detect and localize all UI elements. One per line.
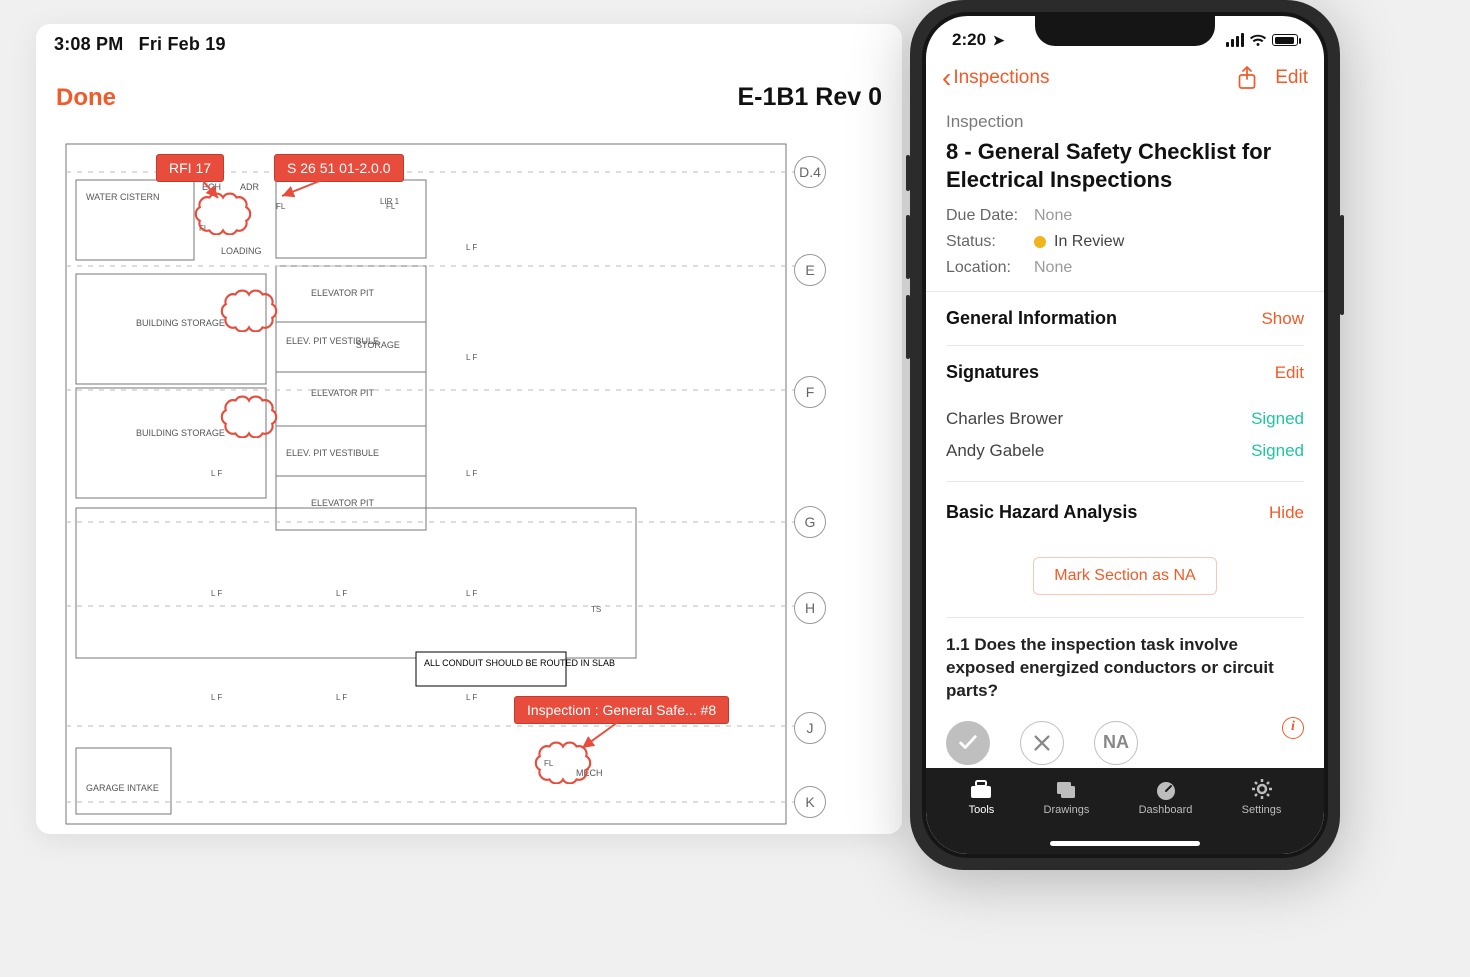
svg-text:BUILDING STORAGE: BUILDING STORAGE <box>136 428 225 438</box>
phone-time: 2:20 <box>952 30 986 49</box>
battery-icon <box>1272 34 1298 46</box>
phone-physical-button <box>906 155 910 191</box>
phone-notch <box>1035 16 1215 46</box>
markup-cloud[interactable] <box>220 288 278 332</box>
markup-cloud[interactable] <box>194 191 252 235</box>
location-icon: ➤ <box>993 32 1005 49</box>
toolbox-icon <box>969 778 993 800</box>
edit-button[interactable]: Edit <box>1275 67 1308 89</box>
share-icon[interactable] <box>1237 66 1257 90</box>
gridline-bubble: F <box>794 376 826 408</box>
tablet-time: 3:08 PM <box>54 34 123 54</box>
tab-tools[interactable]: Tools <box>969 778 995 854</box>
gridline-bubble: H <box>794 592 826 624</box>
svg-text:FL: FL <box>276 202 286 211</box>
svg-text:L F: L F <box>466 589 477 598</box>
hide-button[interactable]: Hide <box>1269 503 1304 523</box>
gridline-bubble: J <box>794 712 826 744</box>
answer-no-button[interactable] <box>1020 721 1064 765</box>
signed-badge: Signed <box>1251 409 1304 429</box>
due-date-label: Due Date: <box>946 207 1026 225</box>
markup-cloud[interactable] <box>534 740 592 784</box>
gauge-icon <box>1154 778 1178 800</box>
question-1-1: 1.1 Does the inspection task involve exp… <box>946 618 1304 776</box>
drawing-title: E-1B1 Rev 0 <box>737 83 882 112</box>
svg-text:TS: TS <box>591 605 601 614</box>
svg-text:L F: L F <box>466 469 477 478</box>
svg-text:L F: L F <box>211 693 222 702</box>
tablet-status-bar: 3:08 PM Fri Feb 19 <box>36 24 902 61</box>
x-icon <box>1031 732 1053 754</box>
svg-text:LOADING: LOADING <box>221 246 262 256</box>
markup-cloud[interactable] <box>220 394 278 438</box>
svg-text:ELEV. PIT VESTIBULE: ELEV. PIT VESTIBULE <box>286 448 379 458</box>
info-icon[interactable]: i <box>1282 717 1304 739</box>
mark-section-na-button[interactable]: Mark Section as NA <box>1033 557 1216 595</box>
drawings-icon <box>1054 778 1078 800</box>
cellular-signal-icon <box>1226 33 1244 47</box>
inspection-kicker: Inspection <box>946 112 1304 132</box>
drawing-canvas[interactable]: WATER CISTERN BUILDING STORAGE BUILDING … <box>36 136 902 834</box>
svg-text:L F: L F <box>466 693 477 702</box>
inspection-meta: Due Date: None Status: In Review Locatio… <box>946 207 1304 277</box>
due-date-value: None <box>1034 207 1072 225</box>
phone-physical-button <box>1340 215 1344 315</box>
svg-text:L F: L F <box>466 353 477 362</box>
svg-text:ELEVATOR PIT: ELEVATOR PIT <box>311 288 375 298</box>
section-signatures[interactable]: Signatures Edit <box>946 346 1304 399</box>
svg-text:L F: L F <box>466 243 477 252</box>
section-general-information[interactable]: General Information Show <box>946 292 1304 346</box>
signatures-edit-button[interactable]: Edit <box>1275 363 1304 383</box>
show-button[interactable]: Show <box>1261 309 1304 329</box>
tablet-frame: 3:08 PM Fri Feb 19 Done E-1B1 Rev 0 <box>36 24 902 834</box>
gridline-bubble: D.4 <box>794 156 826 188</box>
wifi-icon <box>1249 34 1267 47</box>
rfi-pin[interactable]: RFI 17 <box>156 154 224 182</box>
signer-row: Andy Gabele Signed <box>946 435 1304 467</box>
gear-icon <box>1250 778 1274 800</box>
inspection-pin[interactable]: Inspection : General Safe... #8 <box>514 696 729 724</box>
tablet-header: Done E-1B1 Rev 0 <box>36 61 902 130</box>
phone-physical-button <box>906 295 910 359</box>
answer-yes-button[interactable] <box>946 721 990 765</box>
svg-text:STORAGE: STORAGE <box>356 340 400 350</box>
home-indicator[interactable] <box>1050 841 1200 846</box>
submittal-pin[interactable]: S 26 51 01-2.0.0 <box>274 154 404 182</box>
phone-physical-button <box>906 215 910 279</box>
gridline-bubble: E <box>794 254 826 286</box>
check-icon <box>957 732 979 754</box>
status-dot-icon <box>1034 236 1046 248</box>
signer-row: Charles Brower Signed <box>946 403 1304 435</box>
svg-text:BUILDING STORAGE: BUILDING STORAGE <box>136 318 225 328</box>
done-button[interactable]: Done <box>56 84 116 112</box>
phone-frame: 2:20 ➤ ‹ Inspections Edit <box>910 0 1340 870</box>
tab-settings[interactable]: Settings <box>1242 778 1282 854</box>
floorplan-svg: WATER CISTERN BUILDING STORAGE BUILDING … <box>36 136 902 834</box>
svg-text:L F: L F <box>211 469 222 478</box>
phone-nav-bar: ‹ Inspections Edit <box>926 56 1324 104</box>
tablet-date: Fri Feb 19 <box>139 34 226 54</box>
location-label: Location: <box>946 259 1026 277</box>
svg-text:ELEVATOR PIT: ELEVATOR PIT <box>311 498 375 508</box>
svg-text:L F: L F <box>336 589 347 598</box>
svg-text:L F: L F <box>211 589 222 598</box>
svg-text:L F: L F <box>336 693 347 702</box>
section-basic-hazard[interactable]: Basic Hazard Analysis Hide <box>946 482 1304 539</box>
signed-badge: Signed <box>1251 441 1304 461</box>
status-label: Status: <box>946 233 1026 251</box>
status-value: In Review <box>1054 233 1124 251</box>
inspection-title: 8 - General Safety Checklist for Electri… <box>946 138 1304 193</box>
back-button[interactable]: ‹ Inspections <box>942 67 1049 89</box>
svg-text:ALL CONDUIT SHOULD BE ROUTED I: ALL CONDUIT SHOULD BE ROUTED IN SLAB <box>424 658 615 668</box>
svg-text:GARAGE INTAKE: GARAGE INTAKE <box>86 783 159 793</box>
svg-text:FL: FL <box>386 202 396 211</box>
svg-text:ELEVATOR PIT: ELEVATOR PIT <box>311 388 375 398</box>
gridline-bubble: G <box>794 506 826 538</box>
gridline-bubble: K <box>794 786 826 818</box>
location-value: None <box>1034 259 1072 277</box>
svg-text:WATER CISTERN: WATER CISTERN <box>86 192 160 202</box>
answer-na-button[interactable]: NA <box>1094 721 1138 765</box>
phone-content[interactable]: Inspection 8 - General Safety Checklist … <box>926 104 1324 792</box>
phone-tab-bar: Tools Drawings Dashboard Settings <box>926 768 1324 854</box>
